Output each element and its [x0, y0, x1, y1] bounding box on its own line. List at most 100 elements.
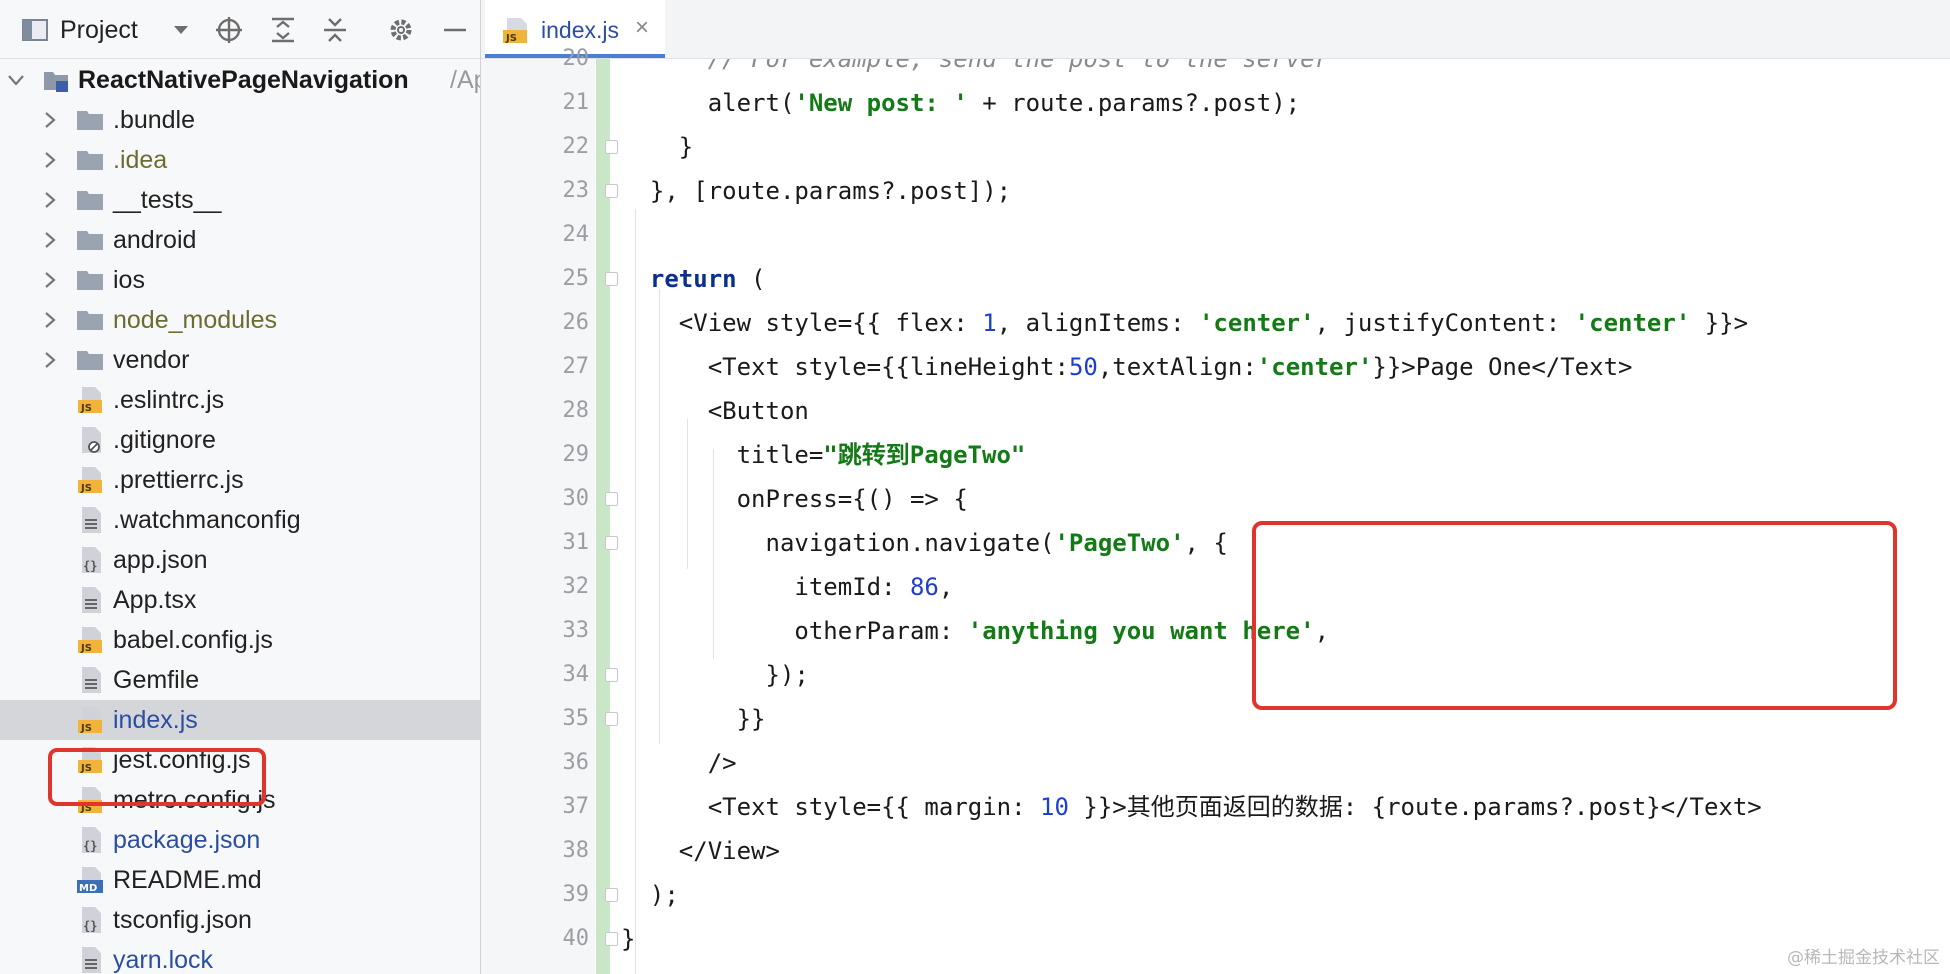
tree-folder[interactable]: .idea [0, 140, 480, 180]
code-token: "跳转到PageTwo" [823, 441, 1026, 469]
chevron-right-icon[interactable] [40, 110, 60, 130]
tree-folder[interactable]: android [0, 220, 480, 260]
chevron-down-icon[interactable] [6, 70, 26, 90]
line-number: 26 [562, 310, 590, 335]
code-token: }}>Page One</Text> [1372, 353, 1633, 381]
svg-text:JS: JS [80, 723, 92, 734]
folder-icon [76, 346, 104, 374]
code-line: }, [route.params?.post]); [621, 169, 1011, 213]
fold-marker-icon[interactable] [605, 492, 618, 506]
tree-file[interactable]: {} package.json [0, 820, 480, 860]
tree-item-label: tsconfig.json [113, 906, 252, 934]
code-token: , alignItems: [996, 309, 1199, 337]
code-line: <Button [621, 389, 809, 433]
tree-file[interactable]: JS babel.config.js [0, 620, 480, 660]
fold-marker-icon[interactable] [605, 184, 618, 198]
collapse-all-icon[interactable] [320, 15, 350, 45]
line-number: 31 [562, 530, 590, 555]
tree-item-label: ios [113, 266, 145, 294]
chevron-right-icon[interactable] [40, 350, 60, 370]
project-view-icon[interactable] [20, 15, 50, 45]
chevron-right-icon[interactable] [40, 270, 60, 290]
tree-item-label: README.md [113, 866, 262, 894]
text-file-icon [76, 946, 104, 974]
tree-folder[interactable]: node_modules [0, 300, 480, 340]
tree-folder[interactable]: vendor [0, 340, 480, 380]
fold-marker-icon[interactable] [605, 668, 618, 682]
chevron-right-icon[interactable] [40, 150, 60, 170]
code-token: }} [621, 705, 766, 733]
tree-item-label: index.js [113, 706, 198, 734]
svg-text:JS: JS [505, 33, 517, 44]
folder-icon [76, 226, 104, 254]
code-token: } [621, 133, 694, 161]
code-token: // For example, send the post to the ser… [621, 59, 1330, 73]
tree-item-label: __tests__ [113, 186, 222, 214]
fold-marker-icon[interactable] [605, 272, 618, 286]
tree-file[interactable]: .watchmanconfig [0, 500, 480, 540]
code-line: alert('New post: ' + route.params?.post)… [621, 81, 1300, 125]
tree-file[interactable]: JS index.js [0, 700, 480, 740]
crosshair-icon[interactable] [214, 15, 244, 45]
fold-marker-icon[interactable] [605, 888, 618, 902]
project-title[interactable]: Project [60, 16, 138, 44]
js-file-icon: JS [501, 16, 529, 49]
code-token: onPress={() => { [621, 485, 968, 513]
folder-icon [76, 306, 104, 334]
code-area[interactable]: // For example, send the post to the ser… [621, 59, 1941, 974]
tree-file[interactable]: {} app.json [0, 540, 480, 580]
line-number-gutter: 20 21 22 23 24 25 26 27 28 29 30 31 32 33 34 35 36 37 38 39… [481, 46, 595, 974]
code-token: }}>其他页面返回的数据: {route.params?.post}</Text… [1068, 793, 1762, 821]
tree-file[interactable]: MD README.md [0, 860, 480, 900]
project-tree: ReactNativePageNavigation /Ap .bundle .id… [0, 60, 480, 974]
gear-icon[interactable] [386, 15, 416, 45]
tree-file[interactable]: JS .prettierrc.js [0, 460, 480, 500]
code-line: title="跳转到PageTwo" [621, 433, 1026, 477]
chevron-right-icon[interactable] [40, 310, 60, 330]
js-file-icon: JS [76, 386, 104, 414]
tree-item-label: package.json [113, 826, 261, 854]
tree-file[interactable]: {} tsconfig.json [0, 900, 480, 940]
tree-root[interactable]: ReactNativePageNavigation /Ap [0, 60, 480, 100]
fold-marker-icon[interactable] [605, 712, 618, 726]
json-file-icon: {} [76, 906, 104, 934]
gitignore-file-icon [76, 426, 104, 454]
tree-item-label: yarn.lock [113, 946, 214, 974]
tree-folder[interactable]: __tests__ [0, 180, 480, 220]
line-number: 39 [562, 882, 590, 907]
code-token: 'center' [1574, 309, 1691, 337]
tree-file[interactable]: yarn.lock [0, 940, 480, 974]
tree-item-label: vendor [113, 346, 190, 374]
tree-folder[interactable]: ios [0, 260, 480, 300]
code-token: title= [621, 441, 824, 469]
tree-item-label: Gemfile [113, 666, 200, 694]
tree-item-label: .eslintrc.js [113, 386, 225, 414]
close-icon[interactable]: × [635, 14, 649, 42]
code-token: 'center' [1198, 309, 1315, 337]
fold-marker-icon[interactable] [605, 536, 618, 550]
chevron-right-icon[interactable] [40, 190, 60, 210]
expand-all-icon[interactable] [268, 15, 298, 45]
navigate-call-highlight [1252, 521, 1897, 710]
tree-file[interactable]: .gitignore [0, 420, 480, 460]
minimize-icon[interactable] [440, 15, 470, 45]
chevron-down-icon[interactable] [166, 15, 196, 45]
tree-folder[interactable]: .bundle [0, 100, 480, 140]
line-number: 40 [562, 926, 590, 951]
module-folder-icon [42, 66, 70, 94]
code-token: <Text style={{lineHeight: [621, 353, 1069, 381]
code-token: }); [621, 661, 809, 689]
svg-text:{}: {} [83, 559, 97, 573]
code-line: otherParam: 'anything you want here', [621, 609, 1329, 653]
line-number: 36 [562, 750, 590, 775]
tree-file[interactable]: App.tsx [0, 580, 480, 620]
tree-file[interactable]: Gemfile [0, 660, 480, 700]
folder-icon [76, 106, 104, 134]
fold-marker-icon[interactable] [605, 932, 618, 946]
code-token: <View style={{ flex: [621, 309, 983, 337]
tree-item-label: .prettierrc.js [113, 466, 244, 494]
chevron-right-icon[interactable] [40, 230, 60, 250]
fold-marker-icon[interactable] [605, 140, 618, 154]
svg-text:{}: {} [83, 919, 97, 933]
tree-file[interactable]: JS .eslintrc.js [0, 380, 480, 420]
